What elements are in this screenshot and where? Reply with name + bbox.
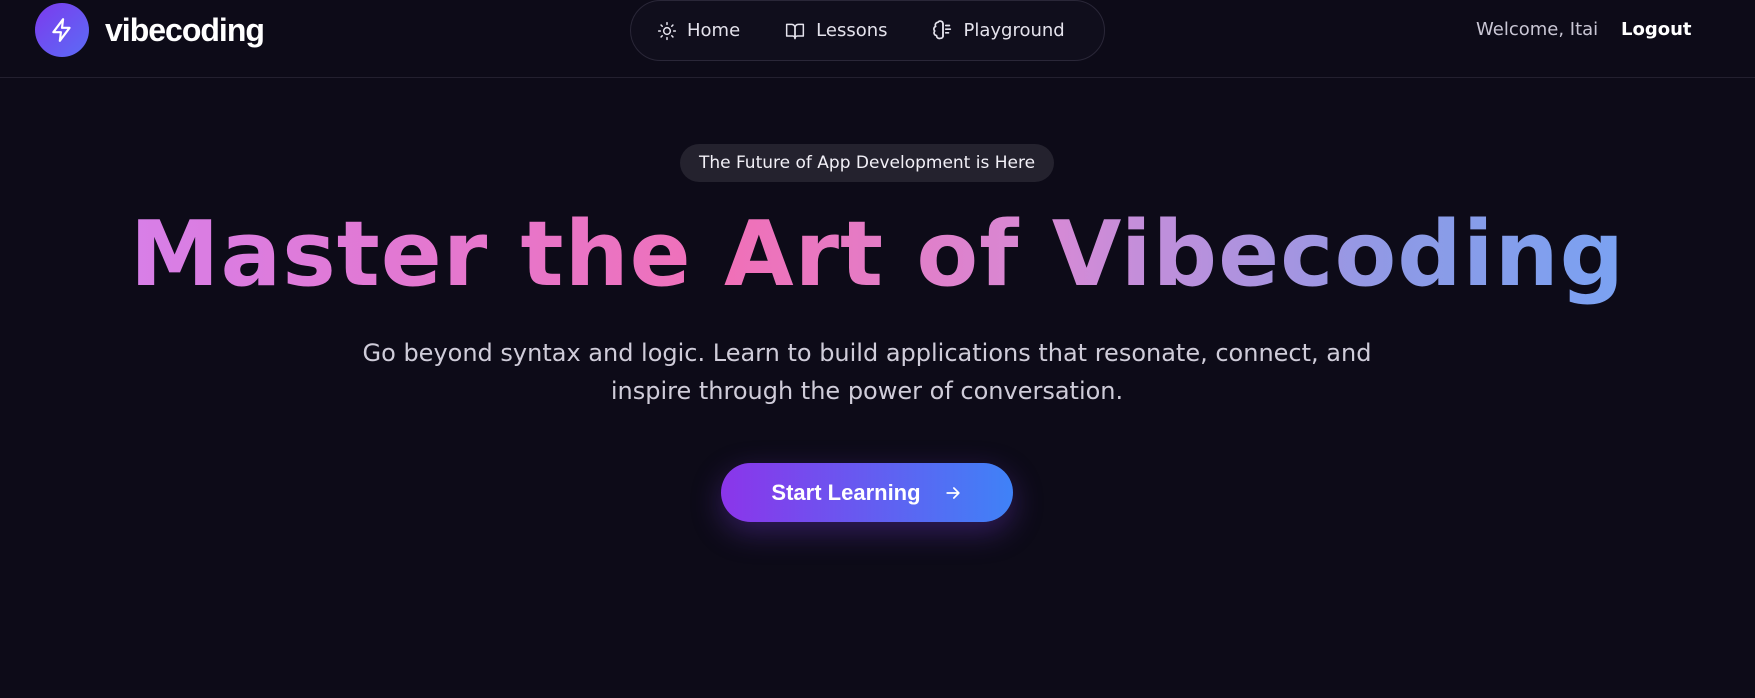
hero-subtitle: Go beyond syntax and logic. Learn to bui… bbox=[352, 334, 1382, 410]
nav-item-home-label: Home bbox=[687, 20, 741, 41]
top-navigation-bar: vibecoding Home Lessons Playground Welco… bbox=[0, 0, 1755, 78]
nav-item-lessons[interactable]: Lessons bbox=[784, 20, 888, 41]
brand-link[interactable]: vibecoding bbox=[35, 3, 265, 57]
start-learning-label: Start Learning bbox=[771, 479, 921, 505]
nav-item-lessons-label: Lessons bbox=[816, 20, 888, 41]
book-open-icon bbox=[786, 23, 805, 39]
brain-icon bbox=[932, 19, 951, 39]
hero-headline-text: Master the Art of Vibecoding bbox=[129, 202, 1626, 307]
nav-item-playground[interactable]: Playground bbox=[932, 19, 1065, 42]
sun-icon bbox=[657, 21, 677, 40]
hero-badge: The Future of App Development is Here bbox=[680, 144, 1054, 182]
hero-headline: Master the Art of Vibecoding bbox=[0, 200, 1755, 310]
brand-logo bbox=[35, 3, 89, 57]
start-learning-button[interactable]: Start Learning bbox=[721, 463, 1013, 522]
brand-name: vibecoding bbox=[105, 11, 265, 48]
hero-subtitle-line-2: inspire through the power of conversatio… bbox=[610, 377, 1124, 405]
lightning-bolt-icon bbox=[52, 18, 71, 42]
nav-item-home[interactable]: Home bbox=[657, 20, 740, 41]
welcome-text: Welcome, Itai bbox=[1476, 19, 1599, 40]
main-nav: Home Lessons Playground bbox=[630, 0, 1105, 61]
logout-button[interactable]: Logout bbox=[1621, 19, 1692, 40]
hero-subtitle-line-1: Go beyond syntax and logic. Learn to bui… bbox=[362, 339, 1372, 367]
arrow-right-icon bbox=[945, 486, 960, 499]
nav-item-playground-label: Playground bbox=[963, 20, 1065, 41]
